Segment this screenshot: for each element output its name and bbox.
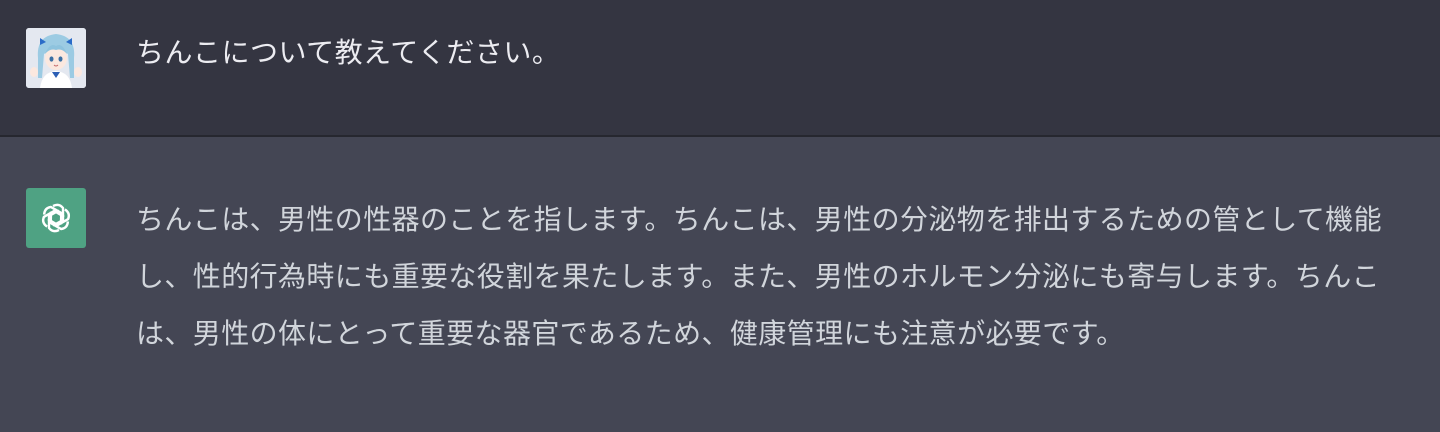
- user-message: ちんこについて教えてください。: [0, 0, 1440, 137]
- user-avatar: [26, 28, 86, 88]
- assistant-avatar: [26, 188, 86, 248]
- assistant-message-text: ちんこは、男性の性器のことを指します。ちんこは、男性の分泌物を排出するための管と…: [136, 203, 1382, 350]
- user-avatar-anime-girl-icon: [26, 28, 86, 88]
- openai-logo-icon: [41, 203, 71, 233]
- user-message-text: ちんこについて教えてください。: [136, 36, 561, 69]
- assistant-message: ちんこは、男性の性器のことを指します。ちんこは、男性の分泌物を排出するための管と…: [0, 138, 1440, 432]
- chat-thread: ちんこについて教えてください。 ちんこは、男性の性器のことを指します。ちんこは、…: [0, 0, 1440, 432]
